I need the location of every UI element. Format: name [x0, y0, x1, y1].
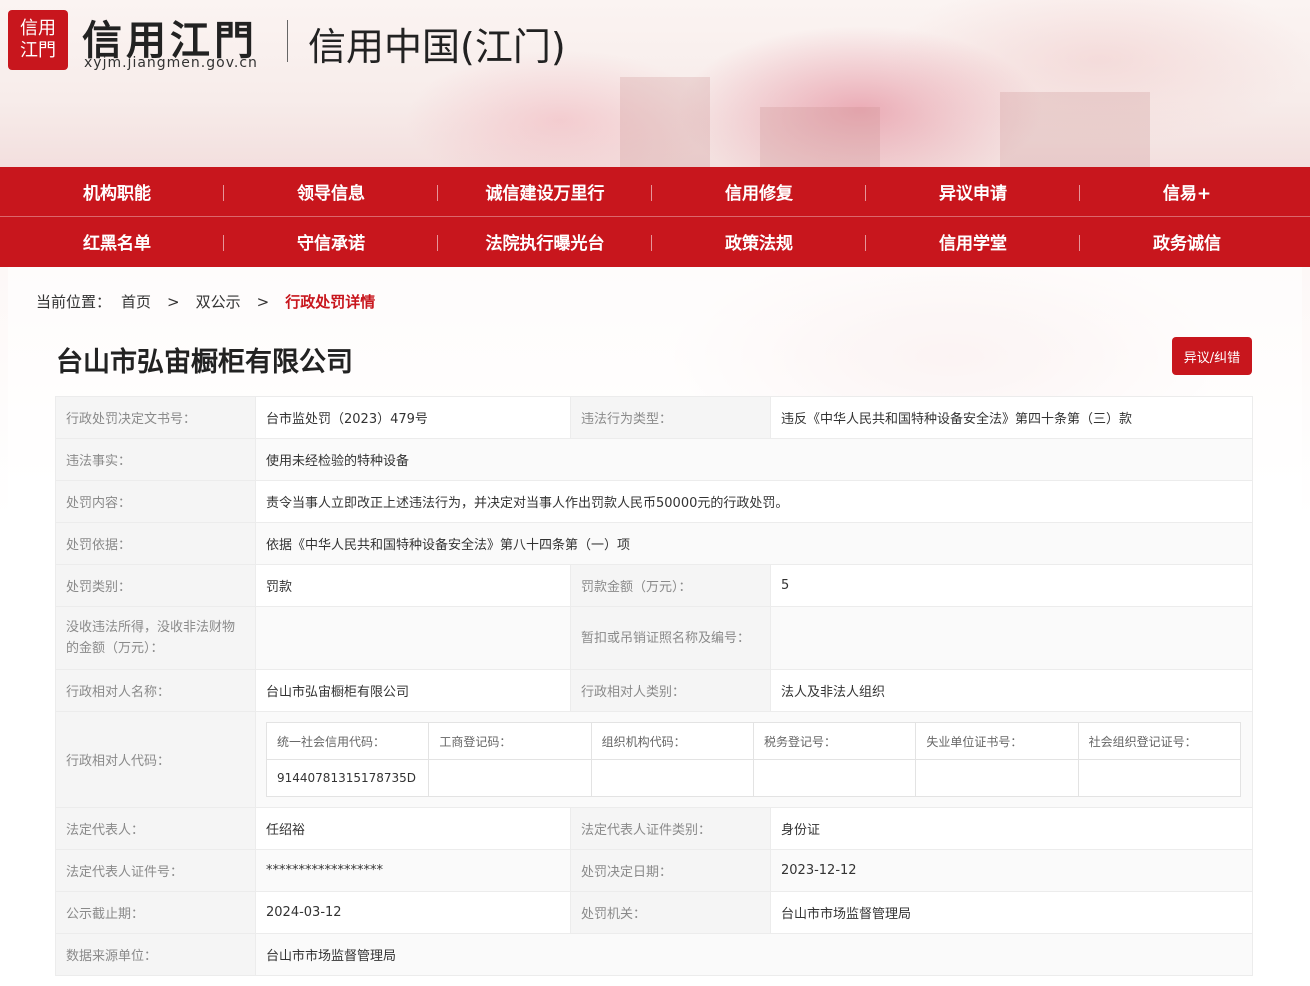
- field-label: 罚款金额（万元）：: [570, 564, 771, 607]
- field-value: 2024-03-12: [255, 891, 571, 934]
- breadcrumb-separator: >: [167, 292, 180, 311]
- codes-value-row: 91440781315178735D: [265, 759, 1242, 797]
- penalty-detail-table: 行政处罚决定文书号： 台市监处罚（2023）479号 违法行为类型： 违反《中华…: [55, 396, 1253, 976]
- banner-decoration: [760, 107, 880, 167]
- page-title: 台山市弘宙橱柜有限公司: [56, 347, 353, 378]
- nav-item-credit-repair[interactable]: 信用修复: [652, 179, 866, 204]
- table-row: 公示截止期： 2024-03-12 处罚机关： 台山市市场监督管理局: [55, 891, 1253, 934]
- field-value: [770, 606, 1253, 670]
- code-value: 91440781315178735D: [265, 759, 430, 797]
- main-nav: 机构职能 领导信息 诚信建设万里行 信用修复 异议申请 信易+ 红黑名单 守信承…: [0, 167, 1310, 267]
- nav-item-gov-integrity[interactable]: 政务诚信: [1080, 229, 1294, 254]
- table-row: 处罚依据： 依据《中华人民共和国特种设备安全法》第八十四条第（一）项: [55, 522, 1253, 565]
- table-row: 违法事实： 使用未经检验的特种设备: [55, 438, 1253, 481]
- field-label: 处罚决定日期：: [570, 849, 771, 892]
- nav-row-2: 红黑名单 守信承诺 法院执行曝光台 政策法规 信用学堂 政务诚信: [0, 216, 1310, 266]
- code-value: [752, 759, 917, 797]
- code-header: 税务登记号：: [752, 722, 917, 760]
- nav-item-commitment[interactable]: 守信承诺: [224, 229, 438, 254]
- nav-item-org-functions[interactable]: 机构职能: [10, 179, 224, 204]
- field-label: 处罚依据：: [55, 522, 256, 565]
- nav-row-1: 机构职能 领导信息 诚信建设万里行 信用修复 异议申请 信易+: [0, 167, 1310, 216]
- field-label: 法定代表人：: [55, 807, 256, 850]
- site-logo-badge[interactable]: 信用江門: [8, 10, 68, 70]
- code-value: [915, 759, 1079, 797]
- code-header: 统一社会信用代码：: [265, 722, 430, 760]
- code-value: [590, 759, 754, 797]
- breadcrumb-dual-publicity-link[interactable]: 双公示: [196, 291, 241, 312]
- party-codes-table: 统一社会信用代码： 工商登记码： 组织机构代码： 税务登记号： 失业单位证书号：…: [265, 722, 1242, 797]
- field-label: 数据来源单位：: [55, 933, 256, 976]
- site-domain: xyjm.jiangmen.gov.cn: [84, 55, 258, 71]
- breadcrumb-home-link[interactable]: 首页: [121, 291, 151, 312]
- field-value: 台山市弘宙橱柜有限公司: [255, 669, 571, 712]
- field-value: 依据《中华人民共和国特种设备安全法》第八十四条第（一）项: [255, 522, 1253, 565]
- field-value: 台山市市场监督管理局: [770, 891, 1253, 934]
- field-value: 责令当事人立即改正上述违法行为，并决定对当事人作出罚款人民币50000元的行政处…: [255, 480, 1253, 523]
- nav-item-xinyi-plus[interactable]: 信易+: [1080, 179, 1294, 204]
- table-row: 行政相对人代码： 统一社会信用代码： 工商登记码： 组织机构代码： 税务登记号：…: [55, 711, 1253, 808]
- field-label: 公示截止期：: [55, 891, 256, 934]
- field-label: 处罚内容：: [55, 480, 256, 523]
- field-value: [255, 606, 571, 670]
- party-code-cell: 统一社会信用代码： 工商登记码： 组织机构代码： 税务登记号： 失业单位证书号：…: [255, 711, 1253, 808]
- field-value: 法人及非法人组织: [770, 669, 1253, 712]
- field-value: 罚款: [255, 564, 571, 607]
- objection-correction-button[interactable]: 异议/纠错: [1172, 337, 1252, 375]
- nav-item-objection[interactable]: 异议申请: [866, 179, 1080, 204]
- field-label: 行政相对人类别：: [570, 669, 771, 712]
- field-label: 处罚类别：: [55, 564, 256, 607]
- code-header: 组织机构代码：: [590, 722, 754, 760]
- field-value: 台山市市场监督管理局: [255, 933, 1253, 976]
- table-row: 法定代表人证件号： ****************** 处罚决定日期： 202…: [55, 849, 1253, 892]
- table-row: 行政处罚决定文书号： 台市监处罚（2023）479号 违法行为类型： 违反《中华…: [55, 396, 1253, 439]
- nav-item-red-black-list[interactable]: 红黑名单: [10, 229, 224, 254]
- breadcrumb-label: 当前位置：: [36, 293, 112, 311]
- field-label: 行政相对人代码：: [55, 711, 256, 808]
- table-row: 行政相对人名称： 台山市弘宙橱柜有限公司 行政相对人类别： 法人及非法人组织: [55, 669, 1253, 712]
- field-value: 违反《中华人民共和国特种设备安全法》第四十条第（三）款: [770, 396, 1253, 439]
- field-label: 没收违法所得，没收非法财物的金额（万元）：: [55, 606, 256, 670]
- field-label: 暂扣或吊销证照名称及编号：: [570, 606, 771, 670]
- field-value: 身份证: [770, 807, 1253, 850]
- table-row: 没收违法所得，没收非法财物的金额（万元）： 暂扣或吊销证照名称及编号：: [55, 606, 1253, 670]
- code-header: 工商登记码：: [428, 722, 592, 760]
- nav-item-integrity-tour[interactable]: 诚信建设万里行: [438, 179, 652, 204]
- code-value: [428, 759, 592, 797]
- field-label: 法定代表人证件号：: [55, 849, 256, 892]
- field-value: 使用未经检验的特种设备: [255, 438, 1253, 481]
- field-label: 处罚机关：: [570, 891, 771, 934]
- table-row: 数据来源单位： 台山市市场监督管理局: [55, 933, 1253, 976]
- field-value: 5: [770, 564, 1253, 607]
- nav-item-policies[interactable]: 政策法规: [652, 229, 866, 254]
- code-header: 失业单位证书号：: [915, 722, 1079, 760]
- field-value: 台市监处罚（2023）479号: [255, 396, 571, 439]
- nav-item-court-exposure[interactable]: 法院执行曝光台: [438, 229, 652, 254]
- field-value: 2023-12-12: [770, 849, 1253, 892]
- breadcrumb: 当前位置： 首页 > 双公示 > 行政处罚详情: [36, 291, 375, 312]
- banner-decoration: [1000, 92, 1150, 167]
- nav-item-credit-school[interactable]: 信用学堂: [866, 229, 1080, 254]
- field-value: 任绍裕: [255, 807, 571, 850]
- breadcrumb-separator: >: [256, 292, 270, 311]
- codes-header-row: 统一社会信用代码： 工商登记码： 组织机构代码： 税务登记号： 失业单位证书号：…: [265, 722, 1242, 760]
- nav-item-leadership[interactable]: 领导信息: [224, 179, 438, 204]
- field-value: ******************: [255, 849, 571, 892]
- site-header: 信用江門 信用江門 xyjm.jiangmen.gov.cn 信用中国(江门): [0, 0, 1310, 167]
- field-label: 行政处罚决定文书号：: [55, 396, 256, 439]
- field-label: 违法行为类型：: [570, 396, 771, 439]
- logo-divider: [287, 20, 288, 62]
- field-label: 法定代表人证件类别：: [570, 807, 771, 850]
- table-row: 法定代表人： 任绍裕 法定代表人证件类别： 身份证: [55, 807, 1253, 850]
- field-label: 违法事实：: [55, 438, 256, 481]
- code-value: [1077, 759, 1242, 797]
- field-label: 行政相对人名称：: [55, 669, 256, 712]
- code-header: 社会组织登记证号：: [1077, 722, 1242, 760]
- banner-decoration: [620, 77, 710, 167]
- table-row: 处罚类别： 罚款 罚款金额（万元）： 5: [55, 564, 1253, 607]
- site-subtitle: 信用中国(江门): [308, 25, 566, 69]
- breadcrumb-current: 行政处罚详情: [285, 293, 376, 311]
- table-row: 处罚内容： 责令当事人立即改正上述违法行为，并决定对当事人作出罚款人民币5000…: [55, 480, 1253, 523]
